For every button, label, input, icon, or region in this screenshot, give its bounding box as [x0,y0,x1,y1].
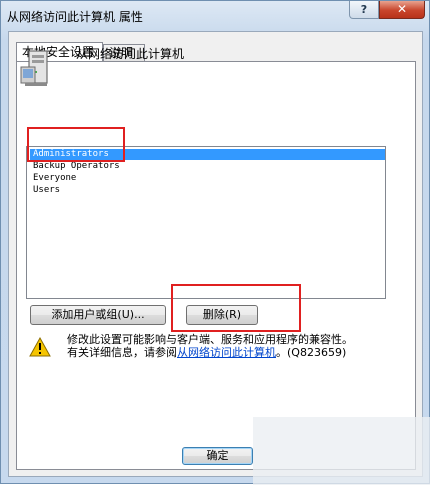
annotation-box-administrators [27,127,125,162]
compatibility-warning: 修改此设置可能影响与客户端、服务和应用程序的兼容性。 有关详细信息，请参阅从网络… [67,333,353,359]
help-link[interactable]: 从网络访问此计算机 [177,346,276,359]
window-title: 从网络访问此计算机 属性 [7,10,143,24]
kb-reference: 。(Q823659) [276,346,347,359]
warning-line-1: 修改此设置可能影响与客户端、服务和应用程序的兼容性。 [67,333,353,346]
watermark-overlay [253,417,430,485]
computer-tower-icon [20,50,48,86]
list-item-users[interactable]: Users [30,185,385,196]
policy-title: 从网络访问此计算机 [76,47,185,61]
ok-button[interactable]: 确定 [182,447,253,465]
add-user-or-group-button[interactable]: 添加用户或组(U)... [30,305,166,325]
warning-line-2-prefix: 有关详细信息，请参阅 [67,346,177,359]
properties-dialog: 从网络访问此计算机 属性 ? ✕ 本地安全设置 说明 从网络访问此计算机 Adm… [0,0,430,485]
list-item-backup-operators[interactable]: Backup Operators [30,161,385,172]
list-item-everyone[interactable]: Everyone [30,173,385,184]
users-groups-list[interactable]: Administrators Backup Operators Everyone… [26,146,386,299]
help-button[interactable]: ? [349,1,379,19]
annotation-box-remove [171,284,301,332]
warning-icon [29,337,51,357]
title-bar[interactable]: 从网络访问此计算机 属性 ? ✕ [1,1,429,31]
close-button[interactable]: ✕ [379,1,425,19]
warning-line-2: 有关详细信息，请参阅从网络访问此计算机。(Q823659) [67,346,353,359]
